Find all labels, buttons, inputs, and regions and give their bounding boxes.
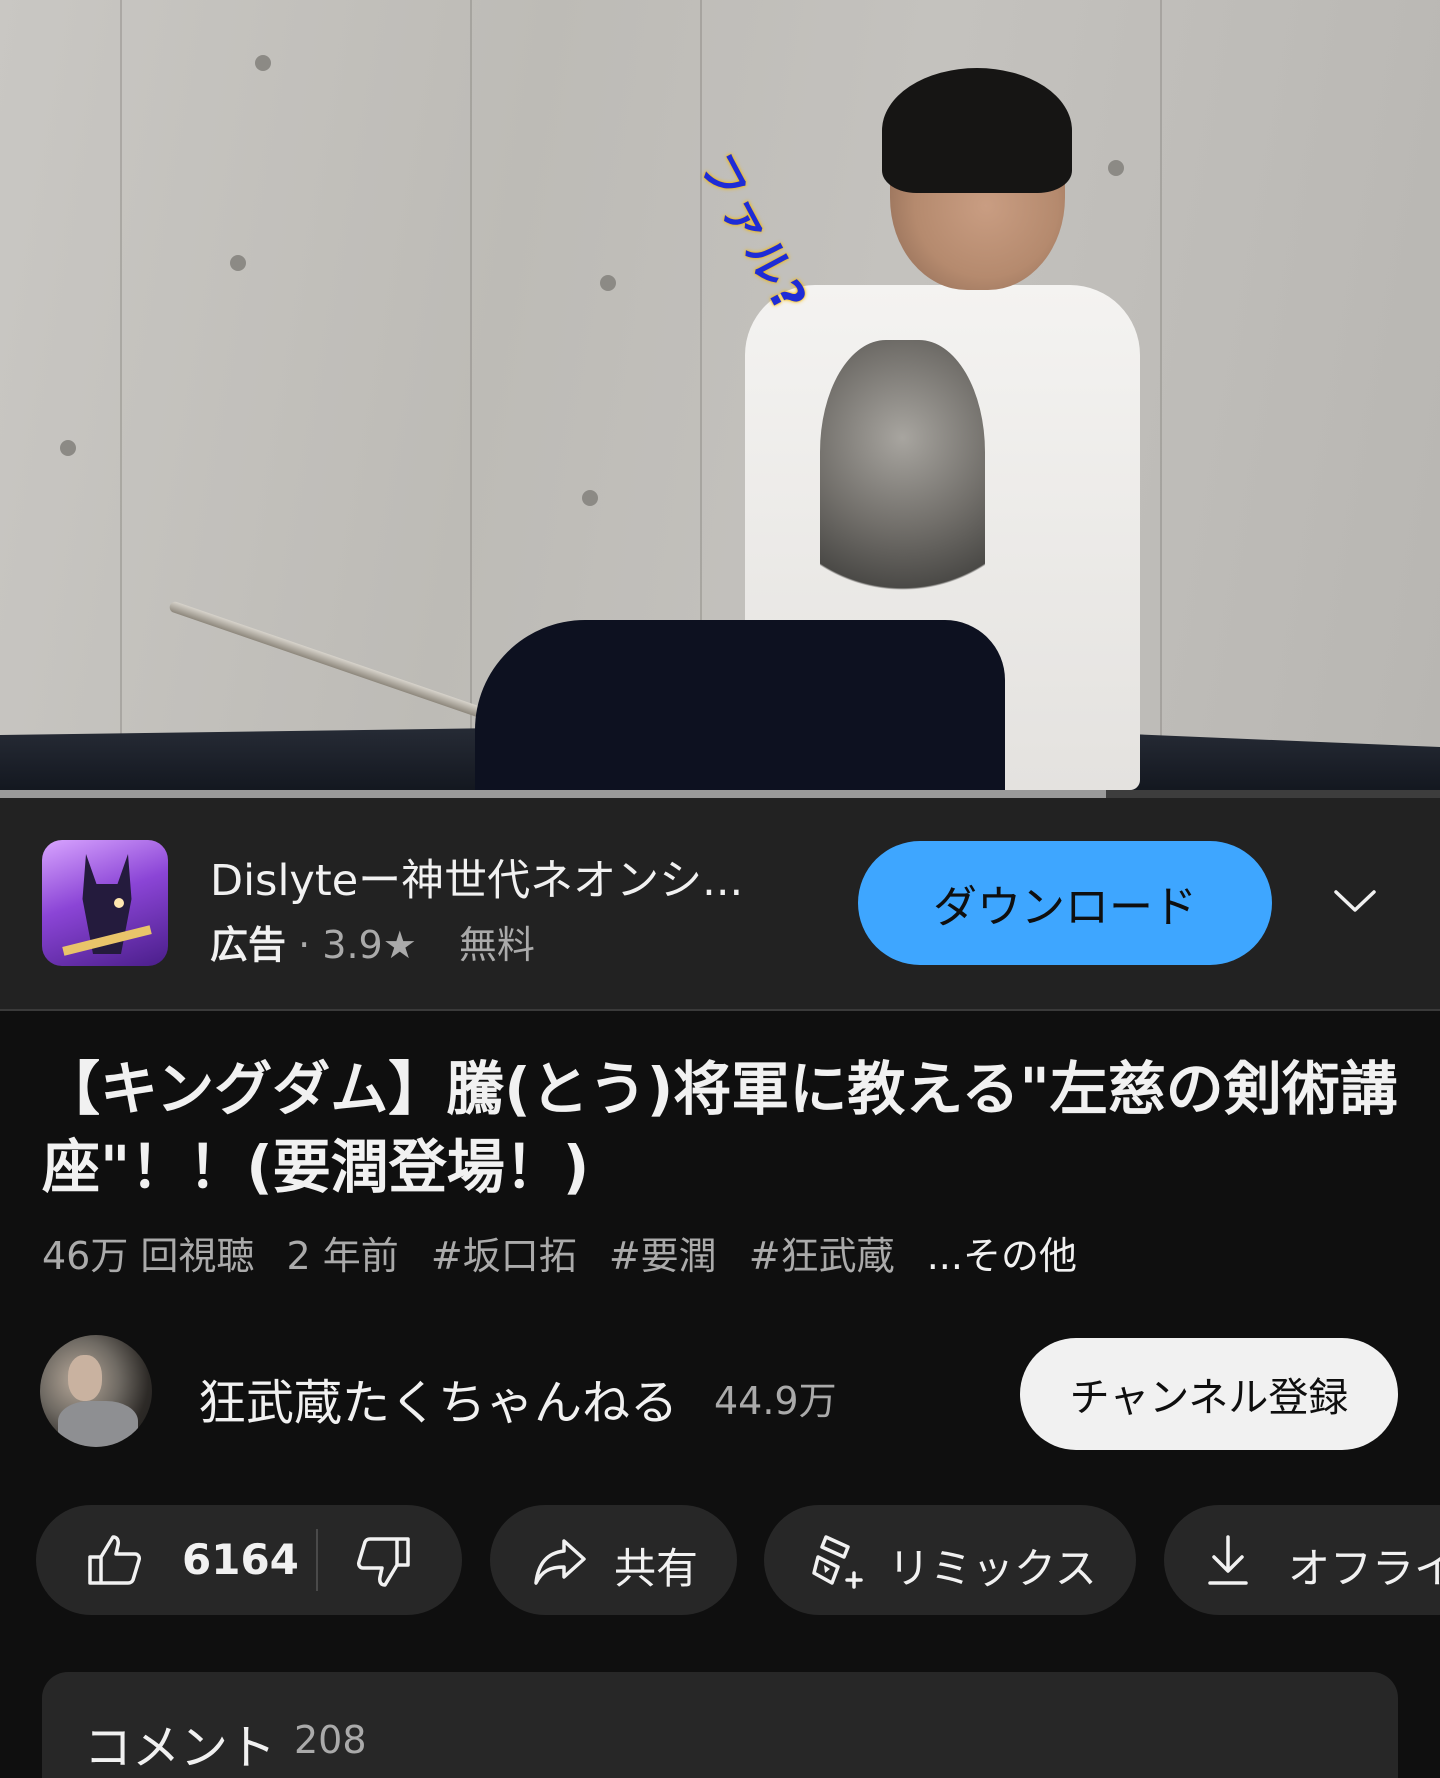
video-overlay-caption: ファル? (689, 144, 819, 323)
download-icon (1208, 1535, 1248, 1585)
video-title[interactable]: 【キングダム】騰(とう)将軍に教える"左慈の剣術講座"！！(要潤登場！) (42, 1050, 1402, 1206)
ad-app-icon-eye (114, 898, 124, 908)
avatar-body (58, 1401, 138, 1447)
comments-count: 208 (294, 1718, 367, 1762)
wall-hole (60, 440, 76, 456)
subscribe-button[interactable]: チャンネル登録 (1020, 1338, 1398, 1450)
hashtag-link[interactable]: #狂武蔵 (749, 1234, 895, 1278)
comments-title: コメント (84, 1720, 277, 1776)
ad-app-title[interactable]: Dislyteー神世代ネオンシ... (210, 846, 800, 908)
more-link[interactable]: ...その他 (927, 1234, 1077, 1278)
ad-meta: 広告 · 3.9★ 無料 (210, 914, 535, 969)
like-count[interactable]: 6164 (182, 1535, 299, 1584)
wooden-sword (168, 600, 494, 722)
ad-badge: 広告 (210, 923, 287, 967)
hashtag-link[interactable]: #坂口拓 (431, 1234, 577, 1278)
person-hair (882, 68, 1072, 193)
like-dislike-pill: 6164 (36, 1505, 462, 1615)
wall-hole (582, 490, 598, 506)
video-progress-fill (0, 790, 1106, 798)
upload-age: 2 年前 (286, 1234, 399, 1278)
video-meta-row[interactable]: 46万 回視聴 2 年前 #坂口拓 #要潤 #狂武蔵 ...その他 (42, 1225, 1097, 1280)
ad-banner[interactable]: Dislyteー神世代ネオンシ... 広告 · 3.9★ 無料 ダウンロード (0, 798, 1440, 1011)
thumb-down-icon[interactable] (356, 1535, 412, 1589)
avatar-face (68, 1355, 102, 1401)
pill-divider (316, 1529, 318, 1591)
hashtag-link[interactable]: #要潤 (609, 1234, 717, 1278)
channel-avatar[interactable] (40, 1335, 152, 1447)
ad-price: 無料 (458, 923, 535, 967)
wall-hole (600, 275, 616, 291)
video-player[interactable]: ファル? (0, 0, 1440, 790)
wall-hole (255, 55, 271, 71)
remix-icon (812, 1535, 863, 1589)
offline-label: オフライ (1288, 1544, 1440, 1593)
remix-button[interactable]: リミックス (764, 1505, 1136, 1615)
share-icon (534, 1539, 586, 1585)
subscriber-count: 44.9万 (714, 1379, 837, 1423)
share-label: 共有 (614, 1544, 699, 1593)
ad-app-icon[interactable] (42, 840, 168, 966)
wall-hole (230, 255, 246, 271)
channel-name[interactable]: 狂武蔵たくちゃんねる (198, 1363, 678, 1433)
comments-panel[interactable]: コメント 208 (42, 1672, 1398, 1778)
wall-seam (120, 0, 122, 790)
shirt-print (820, 340, 985, 620)
person-leg (475, 620, 1005, 790)
wall-seam (470, 0, 472, 790)
wall-hole (1108, 160, 1124, 176)
ad-meta-separator: · (298, 923, 323, 967)
ad-rating: 3.9★ (322, 923, 417, 967)
ad-download-button[interactable]: ダウンロード (858, 841, 1272, 965)
video-progress-bar[interactable] (0, 790, 1440, 798)
share-button[interactable]: 共有 (490, 1505, 737, 1615)
view-count: 46万 回視聴 (42, 1234, 255, 1278)
thumb-up-icon[interactable] (86, 1533, 142, 1587)
remix-label: リミックス (888, 1544, 1097, 1593)
wall-seam (1160, 0, 1162, 790)
offline-button[interactable]: オフライ (1164, 1505, 1440, 1615)
chevron-down-icon[interactable] (1330, 876, 1380, 926)
